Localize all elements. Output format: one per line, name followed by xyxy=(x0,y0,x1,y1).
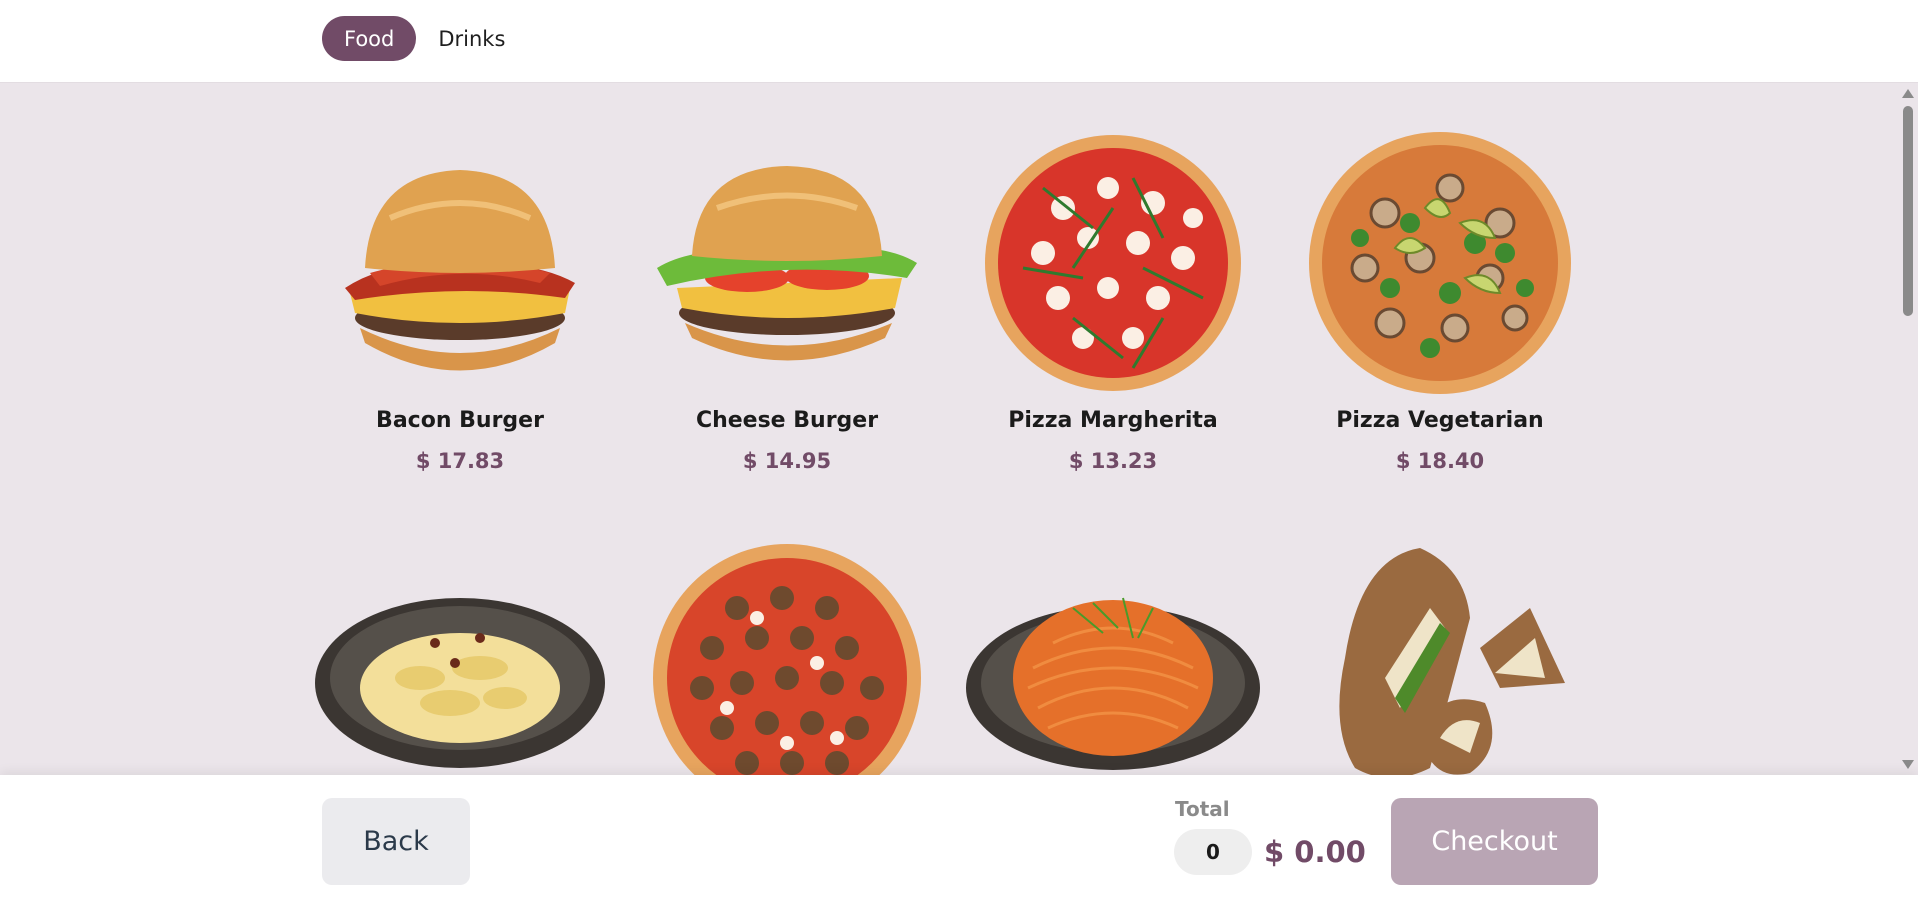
scroll-up-arrow-icon[interactable] xyxy=(1902,89,1914,98)
product-price: $ 14.95 xyxy=(742,449,832,473)
category-tabs: Food Drinks xyxy=(322,16,527,61)
mushroom-pizza-image xyxy=(637,538,937,775)
scroll-thumb[interactable] xyxy=(1903,106,1913,316)
total-label: Total xyxy=(1175,797,1230,821)
spaghetti-bowl-image xyxy=(963,538,1263,775)
pizza-margherita-image xyxy=(963,128,1263,398)
product-price: $ 13.23 xyxy=(1068,449,1158,473)
quantity-badge: 0 xyxy=(1174,829,1252,875)
footer: Back Total 0 $ 0.00 Checkout xyxy=(0,775,1918,901)
bacon-burger-image xyxy=(310,128,610,398)
product-name: Bacon Burger xyxy=(376,408,544,433)
header: Food Drinks xyxy=(0,0,1918,83)
product-card-pasta[interactable] xyxy=(310,538,610,775)
product-card-mushroom-pizza[interactable] xyxy=(637,538,937,775)
cheese-burger-image xyxy=(637,128,937,398)
total-row: 0 $ 0.00 xyxy=(1174,829,1366,875)
product-name: Pizza Vegetarian xyxy=(1336,408,1544,433)
product-name: Pizza Margherita xyxy=(1008,408,1218,433)
product-price: $ 17.83 xyxy=(415,449,505,473)
sandwich-image xyxy=(1290,538,1590,775)
product-card-spaghetti[interactable] xyxy=(963,538,1263,775)
product-card-cheese-burger[interactable]: Cheese Burger $ 14.95 xyxy=(637,128,937,473)
product-card-bacon-burger[interactable]: Bacon Burger $ 17.83 xyxy=(310,128,610,473)
product-price: $ 18.40 xyxy=(1395,449,1485,473)
scrollbar[interactable] xyxy=(1898,83,1918,775)
product-card-pizza-margherita[interactable]: Pizza Margherita $ 13.23 xyxy=(963,128,1263,473)
total-section: Total 0 $ 0.00 xyxy=(1174,797,1366,875)
pizza-vegetarian-image xyxy=(1290,128,1590,398)
checkout-button[interactable]: Checkout xyxy=(1391,798,1598,885)
total-amount: $ 0.00 xyxy=(1264,835,1366,869)
tab-food[interactable]: Food xyxy=(322,16,417,61)
product-name: Cheese Burger xyxy=(695,408,879,433)
tab-drinks[interactable]: Drinks xyxy=(416,16,527,61)
scroll-down-arrow-icon[interactable] xyxy=(1902,760,1914,769)
product-card-sandwich[interactable] xyxy=(1290,538,1590,775)
product-list: Bacon Burger $ 17.83 Cheese Burger $ 14.… xyxy=(0,83,1918,775)
product-card-pizza-vegetarian[interactable]: Pizza Vegetarian $ 18.40 xyxy=(1290,128,1590,473)
back-button[interactable]: Back xyxy=(322,798,470,885)
pasta-bowl-image xyxy=(310,538,610,775)
